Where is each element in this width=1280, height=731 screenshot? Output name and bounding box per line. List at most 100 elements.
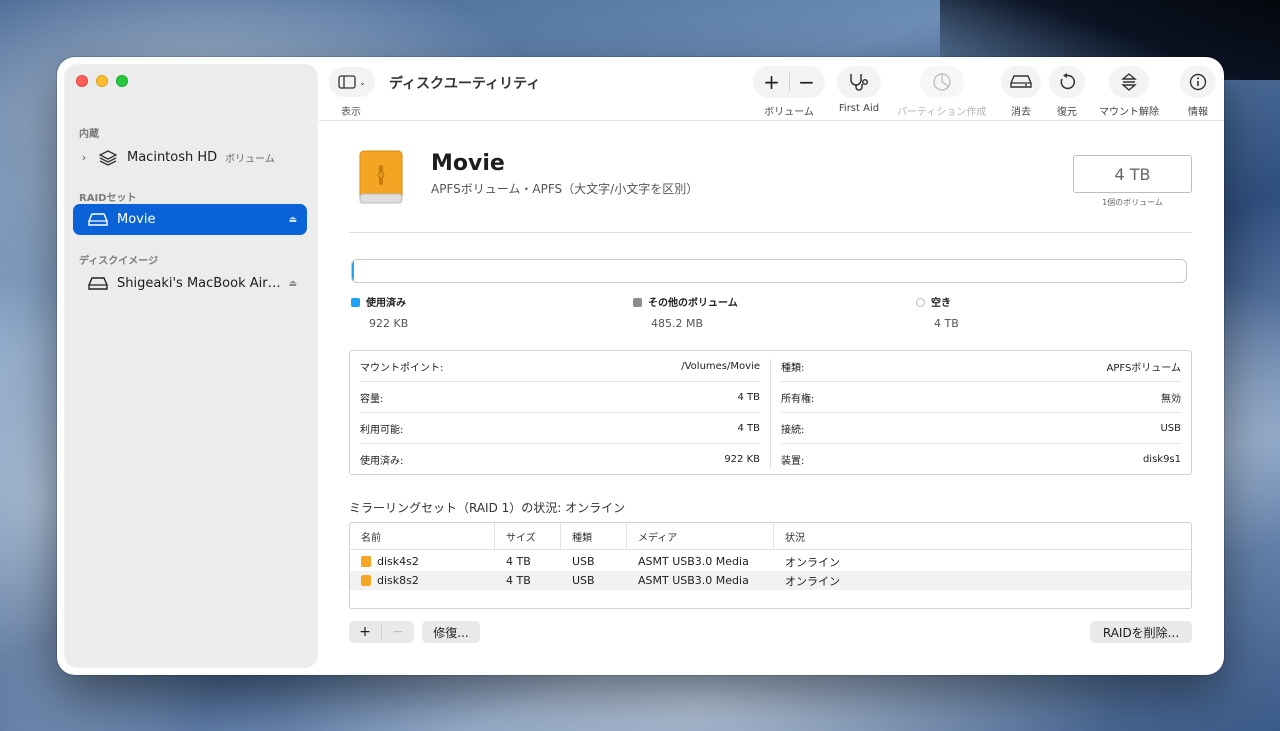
table-row[interactable]: disk8s2 4 TB USB ASMT USB3.0 Media オンライン (350, 571, 1191, 590)
sidebar-item-movie[interactable]: Movie ⏏ (73, 204, 307, 235)
app-title: ディスクユーティリティ (389, 76, 541, 92)
column-header-status[interactable]: 状況 (774, 523, 1191, 550)
zoom-button[interactable] (116, 75, 128, 87)
info-icon (1189, 73, 1207, 91)
info-row-type: 種類: APFSボリューム (781, 351, 1181, 382)
info-row-ownership: 所有権: 無効 (781, 382, 1181, 413)
cell-size: 4 TB (506, 555, 531, 568)
remove-member-button[interactable]: − (382, 624, 414, 640)
table-header: 名前 サイズ 種類 メディア 状況 (350, 523, 1191, 550)
cell-media: ASMT USB3.0 Media (638, 574, 749, 587)
sidebar-item-label: Macintosh HD (127, 150, 218, 165)
remove-volume-button[interactable]: − (790, 70, 824, 94)
column-header-name[interactable]: 名前 (350, 523, 495, 550)
usage-other-segment (353, 260, 354, 282)
cell-type: USB (572, 555, 595, 568)
info-key: 装置: (781, 456, 805, 467)
usage-bar (351, 259, 1187, 283)
info-label: 情報 (1188, 107, 1208, 118)
view-label: 表示 (341, 107, 361, 118)
erase-drive-icon (1010, 75, 1032, 88)
info-value: disk9s1 (1142, 454, 1181, 465)
sidebar-section-internal: 内蔵 (79, 129, 99, 140)
restore-label: 復元 (1057, 107, 1077, 118)
volume-name: Movie (431, 151, 505, 176)
info-column-left: マウントポイント: /Volumes/Movie 容量: 4 TB 利用可能: 4 T… (350, 351, 770, 476)
add-volume-button[interactable]: + (755, 70, 789, 94)
legend-value: 4 TB (934, 317, 959, 330)
sidebar-section-raid: RAIDセット (79, 193, 137, 204)
volume-size: 4 TB (1073, 155, 1192, 193)
drive-icon (87, 276, 109, 292)
drive-icon (87, 212, 109, 228)
pie-chart-icon (932, 73, 951, 91)
unmount-label: マウント解除 (1099, 107, 1159, 118)
view-button[interactable]: ⌄ (329, 67, 375, 97)
close-button[interactable] (76, 75, 88, 87)
other-color-swatch (633, 298, 642, 307)
eject-icon[interactable]: ⏏ (288, 215, 297, 225)
used-color-swatch (351, 298, 360, 307)
legend-value: 485.2 MB (651, 317, 704, 330)
info-row-connection: 接続: USB (781, 413, 1181, 444)
sidebar-item-sublabel: ボリューム (225, 154, 275, 165)
legend-used: 使用済み 922 KB (351, 294, 408, 330)
info-button[interactable]: 情報 (1180, 66, 1216, 118)
volume-count: 1個のボリューム (1102, 198, 1163, 207)
erase-label: 消去 (1011, 107, 1031, 118)
sidebar-section-disk-images: ディスクイメージ (79, 256, 159, 267)
disk-icon (361, 556, 371, 567)
info-key: 種類: (781, 362, 805, 374)
chevron-right-icon[interactable]: › (77, 151, 91, 164)
column-header-type[interactable]: 種類 (561, 523, 627, 550)
free-color-swatch (916, 298, 925, 307)
info-key: 接続: (781, 424, 805, 436)
info-column-right: 種類: APFSボリューム 所有権: 無効 接続: USB 装置: disk9s1 (771, 351, 1191, 476)
legend-label: 使用済み (366, 298, 406, 309)
first-aid-label: First Aid (838, 103, 880, 114)
unmount-button[interactable]: マウント解除 (1099, 66, 1159, 118)
cell-type: USB (572, 574, 595, 587)
column-header-media[interactable]: メディア (627, 523, 774, 550)
info-row-used: 使用済み: 922 KB (360, 444, 760, 475)
partition-button[interactable]: パーティション作成 (897, 66, 986, 118)
raid-status-title: ミラーリングセット（RAID 1）の状況: オンライン (349, 501, 626, 515)
disk-icon (361, 575, 371, 586)
sidebar-item-macintosh-hd[interactable]: › Macintosh HD ボリューム (73, 142, 307, 173)
partition-label: パーティション作成 (897, 107, 987, 118)
info-value: 4 TB (737, 422, 760, 434)
raid-members-table: 名前 サイズ 種類 メディア 状況 disk4s2 4 TB USB ASMT … (349, 522, 1192, 609)
volume-info-table: マウントポイント: /Volumes/Movie 容量: 4 TB 利用可能: 4 T… (349, 350, 1192, 475)
info-key: 容量: (360, 393, 384, 405)
minimize-button[interactable] (96, 75, 108, 87)
cell-name: disk4s2 (377, 555, 419, 568)
delete-raid-button[interactable]: RAIDを削除... (1090, 621, 1192, 643)
cell-media: ASMT USB3.0 Media (638, 555, 749, 568)
volume-button-group: + − ボリューム (753, 66, 825, 118)
restore-button[interactable]: 復元 (1049, 66, 1085, 118)
info-value: 922 KB (724, 454, 760, 465)
cell-size: 4 TB (506, 574, 531, 587)
eject-icon[interactable]: ⏏ (288, 279, 297, 289)
repair-button[interactable]: 修復... (422, 621, 480, 643)
info-value: 4 TB (737, 391, 760, 403)
info-key: 使用済み: (360, 456, 404, 467)
first-aid-button[interactable]: First Aid (837, 66, 881, 114)
erase-button[interactable]: 消去 (1001, 66, 1041, 118)
info-value: 無効 (1161, 393, 1181, 405)
sidebar-toggle-icon (338, 75, 356, 89)
divider (349, 232, 1192, 233)
disk-utility-window: 内蔵 › Macintosh HD ボリューム RAIDセット Movie ⏏ … (57, 57, 1224, 675)
info-value: /Volumes/Movie (681, 360, 760, 372)
info-value: USB (1160, 422, 1181, 434)
sidebar-item-disk-image[interactable]: Shigeaki's MacBook Air… ⏏ (73, 268, 307, 299)
cell-status: オンライン (785, 574, 840, 588)
unmount-icon (1121, 73, 1137, 91)
raid-member-segment: + − (349, 621, 414, 643)
restore-icon (1060, 73, 1075, 90)
add-member-button[interactable]: + (349, 624, 381, 640)
stethoscope-icon (850, 74, 869, 91)
table-row[interactable]: disk4s2 4 TB USB ASMT USB3.0 Media オンライン (350, 552, 1191, 571)
column-header-size[interactable]: サイズ (495, 523, 561, 550)
volume-drive-icon (359, 150, 403, 204)
